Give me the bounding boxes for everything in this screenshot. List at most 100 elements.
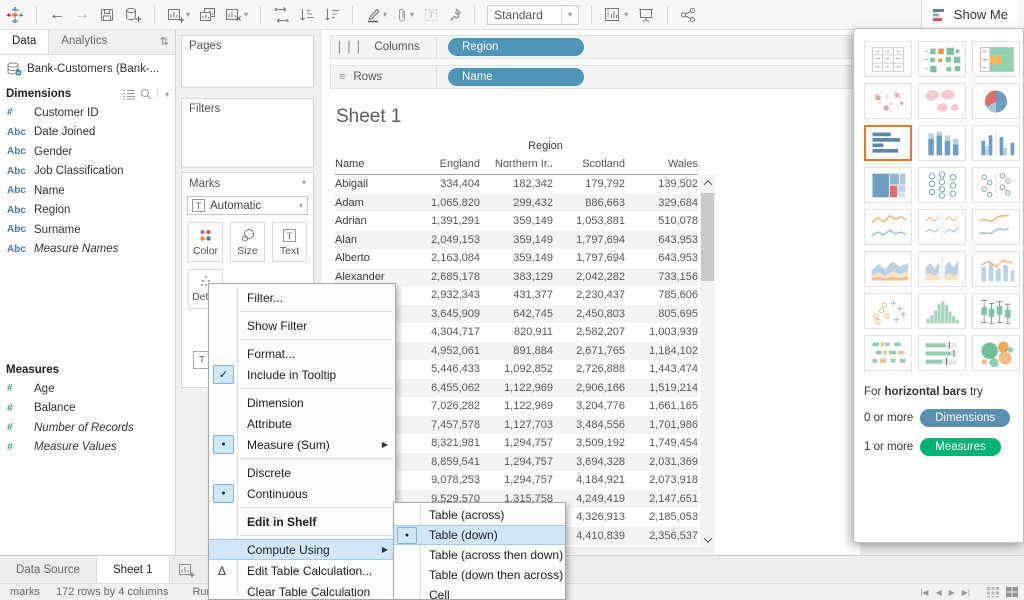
pages-shelf[interactable]: Pages	[181, 35, 314, 88]
sort-descending-button[interactable]	[324, 7, 340, 23]
caret-down-icon[interactable]: ▾	[383, 10, 387, 19]
tab-sheet1[interactable]: Sheet 1	[97, 556, 170, 583]
showme-pie-chart-thumbnail[interactable]	[972, 83, 1020, 119]
menu-item-dimension[interactable]: Dimension	[209, 392, 395, 413]
field-item-region[interactable]: AbcRegion	[0, 201, 175, 221]
submenu-item-cell[interactable]: Cell	[394, 585, 565, 600]
menu-item-attribute[interactable]: Attribute	[209, 413, 395, 434]
search-icon[interactable]	[140, 88, 152, 100]
pill-region[interactable]: Region	[448, 38, 584, 56]
text-label-button[interactable]: T	[423, 7, 439, 23]
tab-data-source[interactable]: Data Source	[0, 556, 97, 583]
column-header[interactable]: England	[393, 158, 480, 174]
scroll-down-button[interactable]	[700, 532, 715, 547]
presentation-mode-button[interactable]	[637, 7, 655, 23]
pill-name[interactable]: Name	[448, 68, 584, 86]
table-row[interactable]: Adrian1,391,291359,1491,053,881510,078	[335, 212, 698, 231]
rows-shelf[interactable]: ≡Rows Name	[330, 65, 854, 89]
field-item-customer-id[interactable]: #Customer ID	[0, 103, 175, 123]
showme-text-table-thumbnail[interactable]	[864, 41, 912, 77]
pin-button[interactable]	[448, 7, 462, 23]
showme-highlight-table-thumbnail[interactable]	[918, 41, 966, 77]
field-item-gender[interactable]: AbcGender	[0, 142, 175, 162]
save-button[interactable]	[99, 7, 115, 23]
datasource-item[interactable]: Bank-Customers (Bank-...	[0, 55, 175, 83]
new-worksheet-tab-button[interactable]	[170, 556, 203, 583]
highlight-pen-button[interactable]: ▾	[365, 7, 387, 23]
table-row[interactable]: Adam1,065,820299,432886,663329,684	[335, 194, 698, 213]
new-worksheet-button[interactable]: ▾	[167, 7, 190, 23]
showme-gantt-thumbnail[interactable]	[864, 335, 912, 371]
field-item-job-classification[interactable]: AbcJob Classification	[0, 162, 175, 182]
column-header[interactable]: Wales	[625, 158, 698, 174]
tile-view-icon[interactable]	[1005, 586, 1019, 598]
menu-item-show-filter[interactable]: Show Filter	[209, 315, 395, 336]
table-row[interactable]: Alberto2,163,084359,1491,797,694643,953	[335, 249, 698, 268]
showme-lines-discrete-thumbnail[interactable]	[918, 209, 966, 245]
field-item-measure-names[interactable]: AbcMeasure Names	[0, 240, 175, 260]
fit-selector[interactable]: Standard ▾	[487, 5, 579, 25]
showme-circle-views-thumbnail[interactable]	[918, 167, 966, 203]
share-button[interactable]	[680, 7, 696, 23]
menu-item-measure-sum[interactable]: ●Measure (Sum)▶	[209, 434, 395, 455]
submenu-item-table-down[interactable]: ●Table (down)	[394, 525, 565, 545]
showme-filled-map-thumbnail[interactable]	[918, 83, 966, 119]
showme-dual-lines-thumbnail[interactable]	[972, 209, 1020, 245]
column-field-header[interactable]: Region	[393, 140, 698, 158]
menu-item-continuous[interactable]: ●Continuous	[209, 483, 395, 504]
showme-heat-map-thumbnail[interactable]	[972, 41, 1020, 77]
showme-treemap-thumbnail[interactable]	[864, 167, 912, 203]
showme-scatter-plot-thumbnail[interactable]	[864, 293, 912, 329]
column-header[interactable]: Scotland	[553, 158, 625, 174]
undo-button[interactable]: ←	[49, 6, 65, 24]
showme-symbol-map-thumbnail[interactable]	[864, 83, 912, 119]
columns-shelf[interactable]: ▏▏▏Columns Region	[330, 35, 854, 59]
field-item-surname[interactable]: AbcSurname	[0, 220, 175, 240]
showme-side-by-side-circles-thumbnail[interactable]	[972, 167, 1020, 203]
color-button[interactable]: Color	[188, 222, 223, 262]
caret-down-icon[interactable]: ▾	[624, 10, 628, 19]
showme-stacked-bars-thumbnail[interactable]	[918, 125, 966, 161]
swap-rows-columns-button[interactable]	[273, 7, 290, 23]
showme-packed-bubbles-thumbnail[interactable]	[972, 335, 1020, 371]
scrollbar-thumb[interactable]	[701, 193, 714, 281]
field-item-balance[interactable]: #Balance	[0, 399, 175, 419]
prev-page-button[interactable]: ◀	[935, 588, 941, 597]
menu-item-compute-using[interactable]: Compute Using▶	[209, 539, 395, 560]
showme-horizontal-bars-thumbnail[interactable]	[864, 125, 912, 161]
menu-item-edit-in-shelf[interactable]: Edit in Shelf	[209, 511, 395, 532]
showme-area-discrete-thumbnail[interactable]	[918, 251, 966, 287]
caret-down-icon[interactable]: ▾	[410, 10, 414, 19]
paperclip-button[interactable]: ▾	[396, 7, 414, 23]
menu-item-format[interactable]: Format...	[209, 343, 395, 364]
scroll-up-button[interactable]	[700, 175, 715, 190]
table-row[interactable]: Abigail334,404182,342179,792139,502	[335, 175, 698, 194]
menu-item-edit-table-calculation[interactable]: ΔEdit Table Calculation...	[209, 560, 395, 581]
new-data-source-button[interactable]	[124, 7, 142, 23]
first-page-button[interactable]: |◀	[920, 588, 928, 597]
submenu-item-table-across-then-down[interactable]: Table (across then down)	[394, 545, 565, 565]
menu-item-filter[interactable]: Filter...	[209, 287, 395, 308]
showme-area-continuous-thumbnail[interactable]	[864, 251, 912, 287]
caret-down-icon[interactable]: ▾	[244, 10, 248, 19]
show-hide-cards-button[interactable]: ▾	[604, 7, 628, 22]
field-item-name[interactable]: AbcName	[0, 181, 175, 201]
sort-ascending-button[interactable]	[299, 7, 315, 23]
tab-data[interactable]: Data	[0, 30, 49, 54]
submenu-item-table-down-then-across[interactable]: Table (down then across)	[394, 565, 565, 585]
table-row[interactable]: Alan2,049,153359,1491,797,694643,953	[335, 231, 698, 250]
show-me-button[interactable]: Show Me	[921, 0, 1018, 30]
pane-swap-icon[interactable]: ⇅	[154, 30, 175, 54]
duplicate-sheet-button[interactable]	[199, 7, 216, 23]
caret-down-icon[interactable]: ▾	[186, 10, 190, 19]
filmstrip-view-icon[interactable]	[986, 586, 1000, 598]
column-header[interactable]: Northern Ir..	[480, 158, 553, 174]
menu-item-discrete[interactable]: Discrete	[209, 462, 395, 483]
size-button[interactable]: Size	[230, 222, 265, 262]
text-button[interactable]: T Text	[272, 222, 307, 262]
submenu-item-table-across[interactable]: Table (across)	[394, 505, 565, 525]
redo-button[interactable]: →	[74, 6, 90, 24]
filters-shelf[interactable]: Filters	[181, 98, 314, 168]
tab-analytics[interactable]: Analytics	[49, 30, 119, 54]
mark-type-dropdown[interactable]: T Automatic ▾	[187, 196, 308, 215]
